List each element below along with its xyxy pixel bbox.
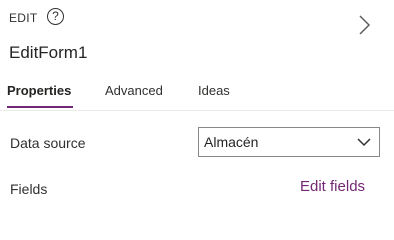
edit-fields-link[interactable]: Edit fields bbox=[300, 178, 365, 195]
help-icon[interactable]: ? bbox=[47, 8, 64, 25]
tab-bar: Properties Advanced Ideas bbox=[0, 78, 394, 111]
data-source-value: Almacén bbox=[204, 134, 259, 150]
tab-ideas[interactable]: Ideas bbox=[198, 83, 230, 98]
chevron-right-icon[interactable] bbox=[357, 14, 371, 36]
control-name: EditForm1 bbox=[9, 43, 88, 62]
chevron-down-icon bbox=[357, 138, 371, 147]
panel-header: EDIT ? EditForm1 bbox=[0, 0, 394, 70]
control-kind-label: EDIT bbox=[9, 11, 38, 25]
data-source-dropdown[interactable]: Almacén bbox=[198, 127, 380, 157]
fields-label: Fields bbox=[10, 181, 48, 197]
tab-properties[interactable]: Properties bbox=[7, 83, 71, 98]
active-tab-indicator bbox=[7, 106, 73, 108]
tab-advanced[interactable]: Advanced bbox=[105, 83, 163, 98]
data-source-label: Data source bbox=[10, 135, 86, 151]
